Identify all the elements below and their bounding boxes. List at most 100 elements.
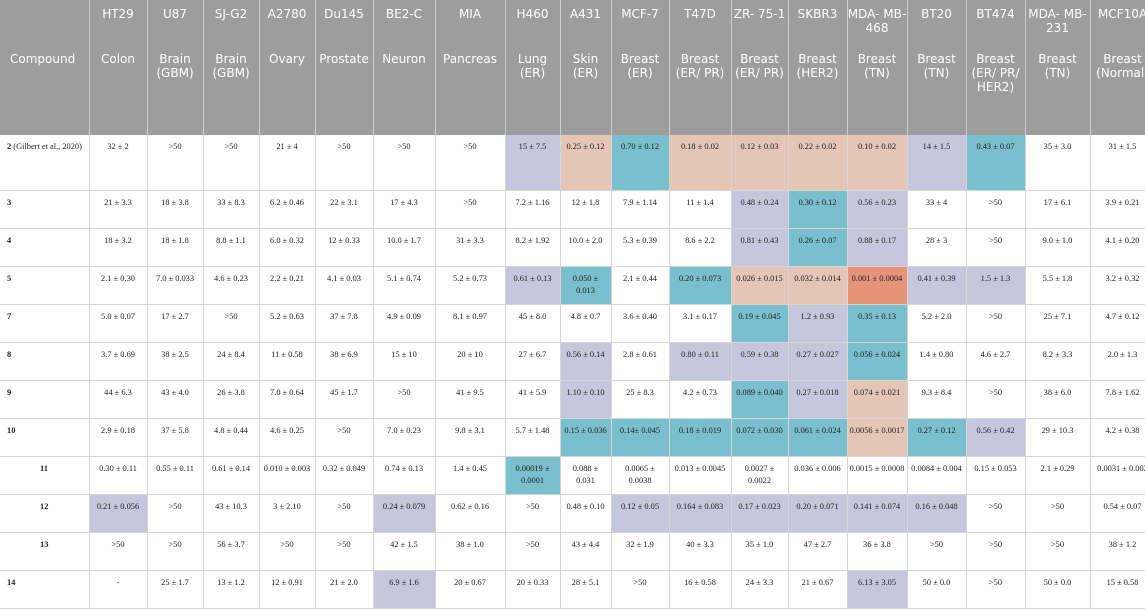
- ic50-cell: 0.0031 ± 0.002: [1090, 456, 1145, 495]
- ic50-cell: 12 ± 0.33: [315, 228, 374, 267]
- table-row: 7 5.0 ± 0.07 17 ± 2.7 >50 5.2 ± 0.63 37 ± 7.8…: [0, 304, 1145, 343]
- ic50-cell: 2.2 ± 0.21: [259, 266, 316, 305]
- compound-id: 7: [7, 311, 12, 321]
- ic50-cell: 13 ± 1.2: [203, 570, 260, 609]
- ic50-cell: 5.1 ± 0.74: [373, 266, 436, 305]
- compound-cell: 13: [0, 532, 90, 571]
- ic50-cell: 0.036 ± 0.006: [788, 456, 848, 495]
- tissue-header-bt474: Breast (ER/ PR/ HER2): [966, 50, 1026, 135]
- ic50-cell: 6.2 ± 0.46: [259, 190, 316, 229]
- ic50-cell: 4.1 ± 0.03: [315, 266, 374, 305]
- ic50-cell: 8.2 ± 1.92: [505, 228, 561, 267]
- ic50-cell: 44 ± 6.3: [89, 380, 148, 419]
- ic50-cell: 0.12 ± 0.05: [611, 494, 670, 533]
- header-row-tissues: Compound Colon Brain (GBM) Brain (GBM) Ovar…: [0, 50, 1145, 135]
- ic50-cell: 0.26 ± 0.07: [788, 228, 848, 267]
- compound-id: 9: [7, 387, 12, 397]
- ic50-cell: 0.88 ± 0.17: [847, 228, 908, 267]
- ic50-cell: >50: [259, 532, 316, 571]
- ic50-cell: 3.7 ± 0.69: [89, 342, 148, 381]
- ic50-cell: 0.27 ± 0.12: [907, 418, 967, 457]
- ic50-cell: 17 ± 2.7: [147, 304, 204, 343]
- tissue-header-mia: Pancreas: [435, 50, 506, 135]
- ic50-cell: 22 ± 3.1: [315, 190, 374, 229]
- ic50-cell: 26 ± 3.8: [203, 380, 260, 419]
- column-header-skbr3: SKBR3: [788, 0, 848, 50]
- ic50-cell: 38 ± 6.9: [315, 342, 374, 381]
- header-blank: [0, 0, 90, 50]
- ic50-cell: >50: [966, 380, 1026, 419]
- ic50-cell: 41 ± 9.5: [435, 380, 506, 419]
- ic50-cell: 50 ± 0.0: [907, 570, 967, 609]
- ic50-cell: 0.20 ± 0.073: [669, 266, 732, 305]
- ic50-cell: >50: [1025, 532, 1091, 571]
- ic50-cell: 45 ± 1.7: [315, 380, 374, 419]
- ic50-cell: 0.61 ± 0.13: [505, 266, 561, 305]
- compound-id: 5: [7, 273, 12, 283]
- column-header-zr-75-1: ZR- 75-1: [731, 0, 789, 50]
- ic50-cell: 0.072 ± 0.030: [731, 418, 789, 457]
- ic50-cell: 0.141 ± 0.074: [847, 494, 908, 533]
- ic50-cell: 38 ± 6.0: [1025, 380, 1091, 419]
- ic50-cell: 0.061 ± 0.024: [788, 418, 848, 457]
- ic50-cell: 0.56 ± 0.14: [560, 342, 612, 381]
- ic50-cell: 4.6 ± 2.7: [966, 342, 1026, 381]
- ic50-cell: 33 ± 8.3: [203, 190, 260, 229]
- ic50-cell: >50: [966, 570, 1026, 609]
- ic50-cell: >50: [373, 135, 436, 191]
- ic50-cell: >50: [1025, 494, 1091, 533]
- ic50-cell: 11 ± 0.58: [259, 342, 316, 381]
- ic50-cell: 37 ± 7.8: [315, 304, 374, 343]
- ic50-cell: 21 ± 4: [259, 135, 316, 191]
- ic50-cell: >50: [966, 228, 1026, 267]
- ic50-cell: 0.050 ± 0.013: [560, 266, 612, 305]
- ic50-cell: 28 ± 3: [907, 228, 967, 267]
- tissue-header-mda-mb-468: Breast (TN): [847, 50, 908, 135]
- ic50-cell: 0.10 ± 0.02: [847, 135, 908, 191]
- ic50-cell: 0.010 ± 0.003: [259, 456, 316, 495]
- table-row: 13 >50 >50 56 ± 3.7 >50 >50 42 ± 1.5 38 ± 1.0 >5…: [0, 532, 1145, 571]
- table-row: 12 0.21 ± 0.056 >50 43 ± 10.3 3 ± 2.10 >50 0.2…: [0, 494, 1145, 533]
- ic50-cell: >50: [505, 532, 561, 571]
- ic50-cell: 0.032 ± 0.014: [788, 266, 848, 305]
- ic50-cell: 0.17 ± 0.023: [731, 494, 789, 533]
- tissue-header-a431: Skin (ER): [560, 50, 612, 135]
- ic50-cell: 0.74 ± 0.13: [373, 456, 436, 495]
- column-header-mia: MIA: [435, 0, 506, 50]
- tissue-header-a2780: Ovary: [259, 50, 316, 135]
- column-header-h460: H460: [505, 0, 561, 50]
- ic50-cell: -: [89, 570, 148, 609]
- compound-cell: 2 (Gilbert et al., 2020): [0, 135, 90, 191]
- cytotoxicity-table: HT29 U87 SJ-G2 A2780 Du145 BE2-C MIA H460 A431 MC…: [0, 0, 1145, 609]
- ic50-cell: 18 ± 3.8: [147, 190, 204, 229]
- ic50-cell: 25 ± 1.7: [147, 570, 204, 609]
- ic50-cell: >50: [315, 532, 374, 571]
- column-header-du145: Du145: [315, 0, 374, 50]
- compound-id: 14: [7, 577, 16, 587]
- table-row: 3 21 ± 3.3 18 ± 3.8 33 ± 8.3 6.2 ± 0.46 22 ± …: [0, 190, 1145, 229]
- ic50-cell: 0.27 ± 0.027: [788, 342, 848, 381]
- ic50-cell: 10.0 ± 2.0: [560, 228, 612, 267]
- ic50-cell: 0.164 ± 0.083: [669, 494, 732, 533]
- column-header-bt20: BT20: [907, 0, 967, 50]
- ic50-cell: 5.3 ± 0.39: [611, 228, 670, 267]
- ic50-cell: 32 ± 1.9: [611, 532, 670, 571]
- ic50-cell: 8.6 ± 2.2: [669, 228, 732, 267]
- ic50-cell: 12 ± 1.8: [560, 190, 612, 229]
- ic50-cell: 0.15 ± 0.053: [966, 456, 1026, 495]
- ic50-cell: >50: [203, 304, 260, 343]
- ic50-cell: 3.1 ± 0.17: [669, 304, 732, 343]
- ic50-cell: 3.2 ± 0.32: [1090, 266, 1145, 305]
- ic50-cell: 0.22 ± 0.02: [788, 135, 848, 191]
- ic50-cell: 6.0 ± 0.32: [259, 228, 316, 267]
- ic50-cell: 2.1 ± 0.29: [1025, 456, 1091, 495]
- column-header-u87: U87: [147, 0, 204, 50]
- ic50-cell: 0.25 ± 0.12: [560, 135, 612, 191]
- ic50-cell: 5.2 ± 2.0: [907, 304, 967, 343]
- ic50-cell: 4.7 ± 0.12: [1090, 304, 1145, 343]
- ic50-cell: 0.43 ± 0.07: [966, 135, 1026, 191]
- column-header-sj-g2: SJ-G2: [203, 0, 260, 50]
- ic50-cell: 27 ± 6.7: [505, 342, 561, 381]
- ic50-cell: 0.19 ± 0.045: [731, 304, 789, 343]
- ic50-cell: 0.55 ± 0.11: [147, 456, 204, 495]
